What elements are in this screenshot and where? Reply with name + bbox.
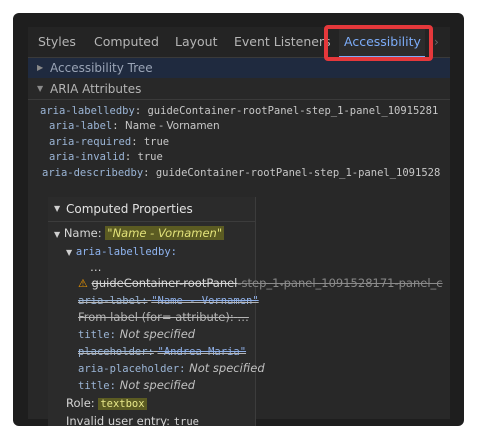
section-title: Accessibility Tree: [50, 61, 153, 75]
role-row: Role: textbox: [66, 395, 147, 412]
computed-properties-popup: ▼ Computed Properties ▼ Name: "Name - Vo…: [48, 197, 443, 426]
warning-icon: ⚠: [78, 277, 88, 290]
tab-computed[interactable]: Computed: [94, 27, 159, 57]
role-value: textbox: [98, 398, 147, 410]
aria-attribute-row: aria-required: true: [49, 136, 170, 148]
aria-attribute-row: aria-describedby: guideContainer-rootPan…: [42, 167, 441, 179]
placeholder-key: placeholder:: [78, 346, 154, 358]
invalid-label: Invalid user entry:: [66, 414, 171, 426]
labelledby-ref-rest: -step_1-panel_1091528171-panel_c: [237, 276, 443, 290]
tab-styles[interactable]: Styles: [38, 27, 76, 57]
aria-placeholder-value: Not specified: [189, 361, 265, 375]
aria-label-key: aria-label:: [78, 295, 148, 307]
triangle-right-icon: ▶: [37, 63, 44, 72]
from-label-more: …: [237, 310, 249, 324]
triangle-down-icon: ▼: [54, 204, 61, 213]
from-label-row: From label (for= attribute): …: [78, 309, 249, 325]
from-label-text: From label (for= attribute):: [78, 310, 234, 324]
labelledby-row: ▼ aria-labelledby:: [66, 243, 177, 261]
aria-attribute-row: aria-invalid: true: [49, 151, 163, 163]
computed-name-row: ▼ Name: "Name - Vornamen": [54, 225, 225, 243]
aria-attribute-row: aria-label: Name - Vornamen: [49, 120, 220, 132]
title-value: Not specified: [119, 327, 196, 341]
triangle-down-icon: ▼: [37, 84, 44, 93]
aria-label-value: "Name - Vornamen": [151, 295, 259, 307]
attribute-value: Name - Vornamen: [124, 120, 220, 132]
labelledby-ref-highlight: guideContainer-rootPanel: [91, 276, 238, 290]
section-title: Computed Properties: [66, 202, 193, 216]
placeholder-value: "Andrea Maria": [157, 346, 247, 358]
title-source-row: title: Not specified: [78, 326, 195, 343]
attribute-name: aria-describedby: [42, 167, 144, 179]
title-value: Not specified: [119, 378, 196, 392]
tab-event-listeners[interactable]: Event Listeners: [234, 27, 331, 57]
title-source-row-2: title: Not specified: [78, 377, 195, 394]
accessibility-tree-section[interactable]: ▶ Accessibility Tree: [28, 58, 450, 78]
labelledby-key: aria-labelledby:: [75, 246, 177, 258]
placeholder-source-row: placeholder: "Andrea Maria": [78, 343, 246, 360]
labelledby-more: …: [280, 276, 291, 289]
attribute-name: aria-label: [49, 120, 113, 132]
name-value: "Name - Vornamen": [105, 226, 225, 240]
triangle-down-icon: ▼: [66, 248, 73, 257]
labelledby-ref-row: ⚠ guideContainer-rootPanel-step_1-panel_…: [78, 275, 443, 292]
aria-attributes-section[interactable]: ▼ ARIA Attributes: [28, 79, 450, 100]
devtools-window: Styles Computed Layout Event Listeners A…: [13, 13, 464, 426]
section-title: ARIA Attributes: [50, 82, 142, 96]
aria-attribute-row: aria-labelledby: guideContainer-rootPane…: [40, 105, 439, 117]
aria-placeholder-source-row: aria-placeholder: Not specified: [78, 360, 265, 377]
triangle-down-icon: ▼: [54, 230, 61, 239]
attribute-name: aria-invalid: [49, 151, 125, 163]
invalid-row: Invalid user entry: true: [66, 413, 199, 426]
attribute-value: true: [143, 136, 170, 148]
sidebar-panel: Styles Computed Layout Event Listeners A…: [28, 27, 450, 426]
attribute-value: true: [137, 151, 163, 163]
attribute-name: aria-labelledby: [40, 105, 135, 117]
highlight-box: [324, 25, 433, 61]
aria-label-source-row: aria-label: "Name - Vornamen": [78, 292, 259, 309]
name-label: Name:: [63, 226, 102, 240]
attribute-value: guideContainer-rootPanel-step_1-panel_10…: [155, 167, 441, 179]
computed-properties-header[interactable]: ▼ Computed Properties: [48, 197, 255, 222]
invalid-value: true: [173, 416, 200, 426]
attribute-value: guideContainer-rootPanel-step_1-panel_10…: [147, 105, 439, 117]
role-label: Role:: [66, 396, 95, 410]
attribute-name: aria-required: [49, 136, 132, 148]
labelledby-ellipsis: …: [90, 260, 102, 274]
chevron-right-icon[interactable]: ›: [434, 27, 439, 57]
tab-layout[interactable]: Layout: [175, 27, 218, 57]
title-key: title:: [78, 329, 116, 341]
title-key: title:: [78, 380, 116, 392]
aria-placeholder-key: aria-placeholder:: [78, 363, 186, 375]
